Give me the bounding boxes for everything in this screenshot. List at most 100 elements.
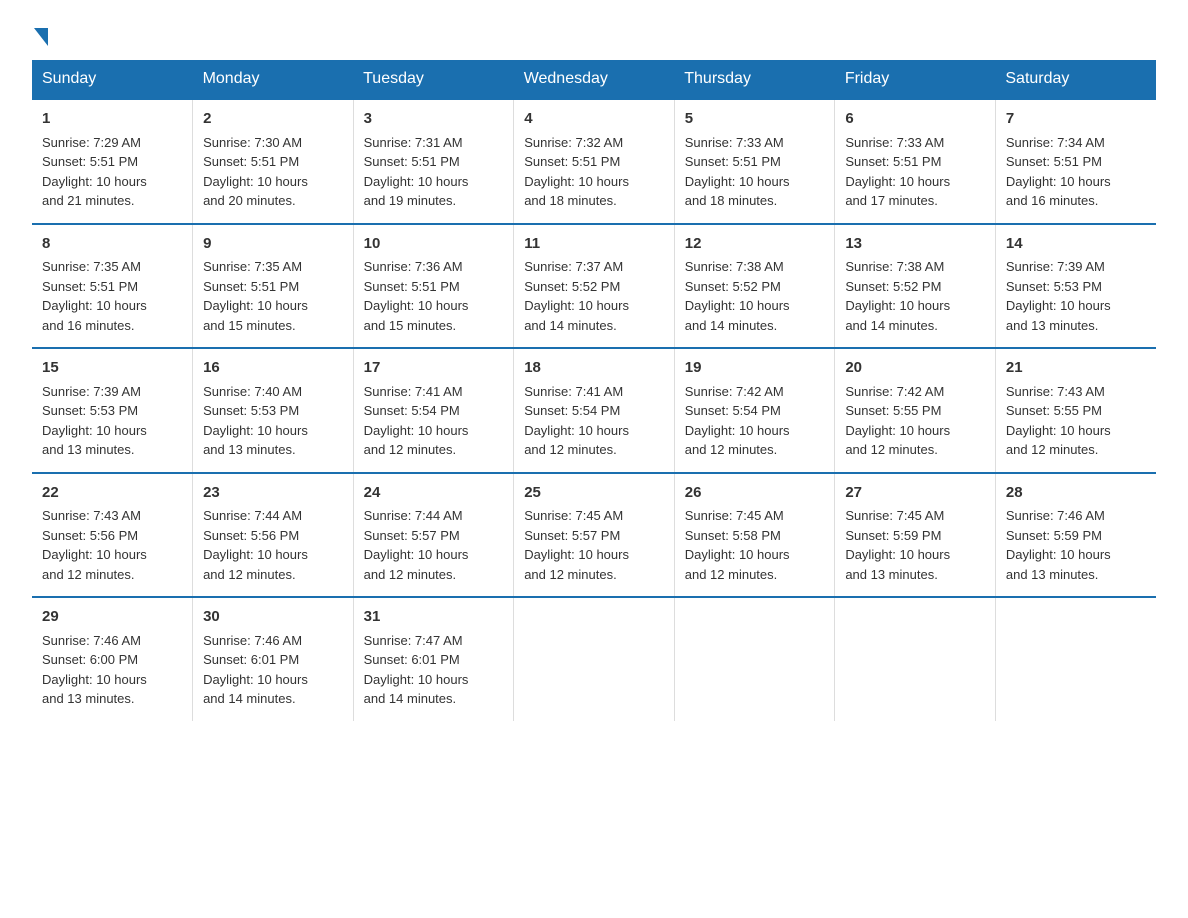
day-number: 6	[845, 108, 985, 131]
day-number: 29	[42, 606, 182, 629]
day-info: Sunrise: 7:46 AM Sunset: 5:59 PM Dayligh…	[1006, 508, 1111, 582]
day-number: 30	[203, 606, 343, 629]
day-info: Sunrise: 7:42 AM Sunset: 5:54 PM Dayligh…	[685, 384, 790, 458]
calendar-cell: 17 Sunrise: 7:41 AM Sunset: 5:54 PM Dayli…	[353, 348, 514, 473]
calendar-cell: 3Sunrise: 7:31 AM Sunset: 5:51 PM Daylig…	[353, 99, 514, 224]
page-header	[32, 24, 1156, 40]
day-number: 18	[524, 357, 664, 380]
day-info: Sunrise: 7:34 AM Sunset: 5:51 PM Dayligh…	[1006, 135, 1111, 209]
header-thursday: Thursday	[674, 60, 835, 99]
calendar-cell: 11Sunrise: 7:37 AM Sunset: 5:52 PM Dayli…	[514, 224, 675, 349]
day-info: Sunrise: 7:45 AM Sunset: 5:59 PM Dayligh…	[845, 508, 950, 582]
day-info: Sunrise: 7:43 AM Sunset: 5:56 PM Dayligh…	[42, 508, 147, 582]
day-number: 19	[685, 357, 825, 380]
calendar-cell	[835, 597, 996, 721]
day-number: 23	[203, 482, 343, 505]
day-number: 2	[203, 108, 343, 131]
day-number: 25	[524, 482, 664, 505]
day-number: 21	[1006, 357, 1146, 380]
day-info: Sunrise: 7:38 AM Sunset: 5:52 PM Dayligh…	[845, 259, 950, 333]
calendar-cell: 26 Sunrise: 7:45 AM Sunset: 5:58 PM Dayli…	[674, 473, 835, 598]
calendar-cell: 14 Sunrise: 7:39 AM Sunset: 5:53 PM Dayli…	[995, 224, 1156, 349]
calendar-cell: 27 Sunrise: 7:45 AM Sunset: 5:59 PM Dayli…	[835, 473, 996, 598]
day-info: Sunrise: 7:29 AM Sunset: 5:51 PM Dayligh…	[42, 135, 147, 209]
day-number: 9	[203, 233, 343, 256]
calendar-cell: 18 Sunrise: 7:41 AM Sunset: 5:54 PM Dayli…	[514, 348, 675, 473]
header-saturday: Saturday	[995, 60, 1156, 99]
day-number: 26	[685, 482, 825, 505]
calendar-cell: 5 Sunrise: 7:33 AM Sunset: 5:51 PM Daylig…	[674, 99, 835, 224]
day-info: Sunrise: 7:30 AM Sunset: 5:51 PM Dayligh…	[203, 135, 308, 209]
day-info: Sunrise: 7:44 AM Sunset: 5:57 PM Dayligh…	[364, 508, 469, 582]
calendar-cell: 21 Sunrise: 7:43 AM Sunset: 5:55 PM Dayli…	[995, 348, 1156, 473]
calendar-cell: 1 Sunrise: 7:29 AM Sunset: 5:51 PM Daylig…	[32, 99, 193, 224]
calendar-cell: 19 Sunrise: 7:42 AM Sunset: 5:54 PM Dayli…	[674, 348, 835, 473]
day-number: 4	[524, 108, 664, 131]
calendar-cell: 22 Sunrise: 7:43 AM Sunset: 5:56 PM Dayli…	[32, 473, 193, 598]
calendar-cell: 13 Sunrise: 7:38 AM Sunset: 5:52 PM Dayli…	[835, 224, 996, 349]
calendar-cell: 8 Sunrise: 7:35 AM Sunset: 5:51 PM Daylig…	[32, 224, 193, 349]
day-info: Sunrise: 7:45 AM Sunset: 5:58 PM Dayligh…	[685, 508, 790, 582]
calendar-cell: 10Sunrise: 7:36 AM Sunset: 5:51 PM Dayli…	[353, 224, 514, 349]
day-info: Sunrise: 7:41 AM Sunset: 5:54 PM Dayligh…	[524, 384, 629, 458]
header-monday: Monday	[193, 60, 354, 99]
calendar-cell: 9 Sunrise: 7:35 AM Sunset: 5:51 PM Daylig…	[193, 224, 354, 349]
calendar-cell: 28 Sunrise: 7:46 AM Sunset: 5:59 PM Dayli…	[995, 473, 1156, 598]
calendar-cell: 16 Sunrise: 7:40 AM Sunset: 5:53 PM Dayli…	[193, 348, 354, 473]
calendar-cell	[674, 597, 835, 721]
day-number: 5	[685, 108, 825, 131]
calendar-cell: 29Sunrise: 7:46 AM Sunset: 6:00 PM Dayli…	[32, 597, 193, 721]
calendar-cell	[995, 597, 1156, 721]
day-info: Sunrise: 7:40 AM Sunset: 5:53 PM Dayligh…	[203, 384, 308, 458]
calendar-header-row: SundayMondayTuesdayWednesdayThursdayFrid…	[32, 60, 1156, 99]
calendar-cell: 4 Sunrise: 7:32 AM Sunset: 5:51 PM Daylig…	[514, 99, 675, 224]
calendar-cell: 15Sunrise: 7:39 AM Sunset: 5:53 PM Dayli…	[32, 348, 193, 473]
day-number: 7	[1006, 108, 1146, 131]
calendar-cell: 25Sunrise: 7:45 AM Sunset: 5:57 PM Dayli…	[514, 473, 675, 598]
day-number: 10	[364, 233, 504, 256]
calendar-cell: 2 Sunrise: 7:30 AM Sunset: 5:51 PM Daylig…	[193, 99, 354, 224]
calendar-table: SundayMondayTuesdayWednesdayThursdayFrid…	[32, 60, 1156, 721]
calendar-week-3: 15Sunrise: 7:39 AM Sunset: 5:53 PM Dayli…	[32, 348, 1156, 473]
header-wednesday: Wednesday	[514, 60, 675, 99]
header-friday: Friday	[835, 60, 996, 99]
day-info: Sunrise: 7:33 AM Sunset: 5:51 PM Dayligh…	[685, 135, 790, 209]
calendar-week-2: 8 Sunrise: 7:35 AM Sunset: 5:51 PM Daylig…	[32, 224, 1156, 349]
day-info: Sunrise: 7:47 AM Sunset: 6:01 PM Dayligh…	[364, 633, 469, 707]
day-number: 24	[364, 482, 504, 505]
calendar-cell: 30Sunrise: 7:46 AM Sunset: 6:01 PM Dayli…	[193, 597, 354, 721]
day-info: Sunrise: 7:35 AM Sunset: 5:51 PM Dayligh…	[42, 259, 147, 333]
day-info: Sunrise: 7:32 AM Sunset: 5:51 PM Dayligh…	[524, 135, 629, 209]
day-info: Sunrise: 7:37 AM Sunset: 5:52 PM Dayligh…	[524, 259, 629, 333]
day-number: 22	[42, 482, 182, 505]
day-number: 20	[845, 357, 985, 380]
calendar-cell: 6 Sunrise: 7:33 AM Sunset: 5:51 PM Daylig…	[835, 99, 996, 224]
day-number: 16	[203, 357, 343, 380]
calendar-cell: 23Sunrise: 7:44 AM Sunset: 5:56 PM Dayli…	[193, 473, 354, 598]
calendar-week-5: 29Sunrise: 7:46 AM Sunset: 6:00 PM Dayli…	[32, 597, 1156, 721]
header-tuesday: Tuesday	[353, 60, 514, 99]
calendar-cell: 7 Sunrise: 7:34 AM Sunset: 5:51 PM Daylig…	[995, 99, 1156, 224]
day-number: 27	[845, 482, 985, 505]
calendar-week-4: 22 Sunrise: 7:43 AM Sunset: 5:56 PM Dayli…	[32, 473, 1156, 598]
day-info: Sunrise: 7:33 AM Sunset: 5:51 PM Dayligh…	[845, 135, 950, 209]
day-number: 1	[42, 108, 182, 131]
calendar-cell: 31 Sunrise: 7:47 AM Sunset: 6:01 PM Dayli…	[353, 597, 514, 721]
header-sunday: Sunday	[32, 60, 193, 99]
day-number: 13	[845, 233, 985, 256]
day-number: 17	[364, 357, 504, 380]
day-info: Sunrise: 7:43 AM Sunset: 5:55 PM Dayligh…	[1006, 384, 1111, 458]
day-number: 8	[42, 233, 182, 256]
day-info: Sunrise: 7:38 AM Sunset: 5:52 PM Dayligh…	[685, 259, 790, 333]
day-number: 31	[364, 606, 504, 629]
calendar-cell: 12Sunrise: 7:38 AM Sunset: 5:52 PM Dayli…	[674, 224, 835, 349]
calendar-week-1: 1 Sunrise: 7:29 AM Sunset: 5:51 PM Daylig…	[32, 99, 1156, 224]
logo	[32, 24, 48, 40]
day-info: Sunrise: 7:41 AM Sunset: 5:54 PM Dayligh…	[364, 384, 469, 458]
day-number: 14	[1006, 233, 1146, 256]
day-number: 28	[1006, 482, 1146, 505]
logo-arrow-icon	[34, 28, 48, 46]
day-info: Sunrise: 7:39 AM Sunset: 5:53 PM Dayligh…	[42, 384, 147, 458]
day-info: Sunrise: 7:35 AM Sunset: 5:51 PM Dayligh…	[203, 259, 308, 333]
day-info: Sunrise: 7:39 AM Sunset: 5:53 PM Dayligh…	[1006, 259, 1111, 333]
